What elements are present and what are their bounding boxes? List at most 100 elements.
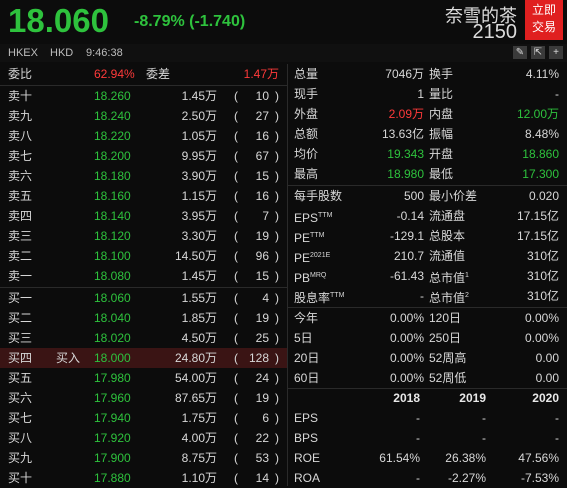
bid-level-row[interactable]: 买二 18.040 1.85万 (19) — [0, 308, 287, 328]
ask-level-row[interactable]: 卖八 18.220 1.05万 (16) — [0, 126, 287, 146]
level-volume: 1.75万 — [181, 411, 217, 425]
ask-level-row[interactable]: 卖六 18.180 3.90万 (15) — [0, 166, 287, 186]
year-header: 2019 — [459, 391, 486, 405]
level-price: 18.200 — [94, 149, 131, 163]
exchange-label: HKEX — [8, 47, 38, 59]
fundamental-value: 17.15亿 — [516, 209, 559, 223]
stat-value: 19.343 — [387, 147, 424, 161]
paren-close: ) — [275, 169, 279, 183]
level-label: 卖一 — [8, 269, 33, 283]
bid-level-row[interactable]: 买八 17.920 4.00万 (22) — [0, 428, 287, 448]
paren-close: ) — [275, 451, 279, 465]
annual-label: BPS — [294, 431, 319, 445]
level-label: 卖六 — [8, 169, 33, 183]
paren-open: ( — [234, 331, 238, 345]
trade-button-line1: 立即 — [531, 3, 556, 17]
level-price: 18.260 — [94, 89, 131, 103]
ask-level-row[interactable]: 卖九 18.240 2.50万 (27) — [0, 106, 287, 126]
level-price: 18.100 — [94, 249, 131, 263]
ask-level-row[interactable]: 卖五 18.160 1.15万 (16) — [0, 186, 287, 206]
level-orders: 53 — [255, 451, 269, 465]
level-orders: 15 — [255, 169, 269, 183]
level-label: 买九 — [8, 451, 33, 465]
ask-level-row[interactable]: 卖一 18.080 1.45万 (15) — [0, 266, 287, 286]
stat-label: 最低 — [429, 167, 454, 181]
fundamental-label-suffix: 2021E — [310, 252, 331, 259]
paren-open: ( — [234, 471, 238, 485]
paren-close: ) — [275, 109, 279, 123]
level-price: 18.020 — [94, 331, 131, 345]
level-orders: 4 — [262, 291, 269, 305]
period-row: 20日 0.00% 52周高 0.00 — [288, 348, 567, 368]
edit-icon[interactable]: ✎ — [513, 46, 527, 59]
paren-close: ) — [275, 431, 279, 445]
ask-level-row[interactable]: 卖七 18.200 9.95万 (67) — [0, 146, 287, 166]
annual-header-row: 2018 2019 2020 — [288, 388, 567, 408]
fundamental-row: PE2021E 210.7 流通值 310亿 — [288, 246, 567, 266]
level-volume: 14.50万 — [174, 249, 217, 263]
trade-now-button[interactable]: 立即 交易 — [525, 0, 563, 40]
bid-level-row[interactable]: 买四 买入 18.000 24.80万 (128) — [0, 348, 287, 368]
ask-level-row[interactable]: 卖三 18.120 3.30万 (19) — [0, 226, 287, 246]
annual-row: ROA - -2.27% -7.53% — [288, 468, 567, 488]
level-volume: 1.45万 — [181, 269, 217, 283]
fundamental-label-text: PE — [294, 231, 311, 245]
level-label: 卖五 — [8, 189, 33, 203]
bid-level-row[interactable]: 买一 18.060 1.55万 (4) — [0, 288, 287, 308]
stat-value: 18.860 — [522, 147, 559, 161]
period-label: 今年 — [294, 311, 319, 325]
paren-open: ( — [234, 371, 238, 385]
ask-level-row[interactable]: 卖二 18.100 14.50万 (96) — [0, 246, 287, 266]
bid-level-row[interactable]: 买七 17.940 1.75万 (6) — [0, 408, 287, 428]
period-label: 5日 — [294, 331, 313, 345]
fundamental-value: 17.15亿 — [516, 229, 559, 243]
annual-value: 47.56% — [518, 451, 559, 465]
annual-label: ROE — [294, 451, 321, 465]
fundamental-label-suffix: TTM — [310, 232, 325, 239]
paren-open: ( — [234, 269, 238, 283]
level-price: 17.920 — [94, 431, 131, 445]
stat-row: 均价 19.343 开盘 18.860 — [288, 144, 567, 164]
fundamental-label: 总股本 — [429, 226, 465, 246]
fundamental-value: 310亿 — [526, 269, 559, 283]
add-icon[interactable]: + — [549, 46, 563, 59]
fundamental-label-text: 每手股数 — [294, 189, 343, 203]
bid-level-row[interactable]: 买五 17.980 54.00万 (24) — [0, 368, 287, 388]
stat-label: 总量 — [294, 67, 319, 81]
annual-value: 26.38% — [445, 451, 486, 465]
level-volume: 1.85万 — [181, 311, 217, 325]
level-volume: 1.45万 — [181, 89, 217, 103]
share-icon[interactable]: ⇱ — [531, 46, 545, 59]
period-row: 今年 0.00% 120日 0.00% — [288, 308, 567, 328]
paren-open: ( — [234, 291, 238, 305]
annual-label: EPS — [294, 411, 319, 425]
stat-value: 13.63亿 — [381, 127, 424, 141]
fundamental-label: EPSTTM — [294, 206, 332, 228]
period-label: 20日 — [294, 351, 320, 365]
annual-value: 61.54% — [379, 451, 420, 465]
bid-level-row[interactable]: 买六 17.960 87.65万 (19) — [0, 388, 287, 408]
ask-level-row[interactable]: 卖十 18.260 1.45万 (10) — [0, 86, 287, 106]
fundamental-value: -61.43 — [389, 269, 424, 283]
annual-row: ROE 61.54% 26.38% 47.56% — [288, 448, 567, 468]
level-orders: 24 — [255, 371, 269, 385]
bid-level-row[interactable]: 买九 17.900 8.75万 (53) — [0, 448, 287, 468]
bid-level-row[interactable]: 买三 18.020 4.50万 (25) — [0, 328, 287, 348]
period-label: 60日 — [294, 371, 320, 385]
paren-open: ( — [234, 229, 238, 243]
bid-level-row[interactable]: 买十 17.880 1.10万 (14) — [0, 468, 287, 488]
paren-open: ( — [234, 249, 238, 263]
fundamental-label-text: 总股本 — [429, 229, 466, 243]
fundamental-value: 310亿 — [526, 289, 559, 303]
period-row: 5日 0.00% 250日 0.00% — [288, 328, 567, 348]
fundamental-row: EPSTTM -0.14 流通盘 17.15亿 — [288, 206, 567, 226]
fundamental-label-text: 总市值 — [429, 271, 466, 285]
fundamental-label: 流通值 — [429, 246, 465, 266]
period-value: 0.00 — [535, 351, 559, 365]
stat-row: 总额 13.63亿 振幅 8.48% — [288, 124, 567, 144]
fundamental-label-suffix: 2 — [465, 292, 469, 299]
level-volume: 1.55万 — [181, 291, 217, 305]
ask-level-row[interactable]: 卖四 18.140 3.95万 (7) — [0, 206, 287, 226]
commission-ratio-value: 62.94% — [94, 67, 135, 81]
period-label: 52周高 — [429, 351, 467, 365]
